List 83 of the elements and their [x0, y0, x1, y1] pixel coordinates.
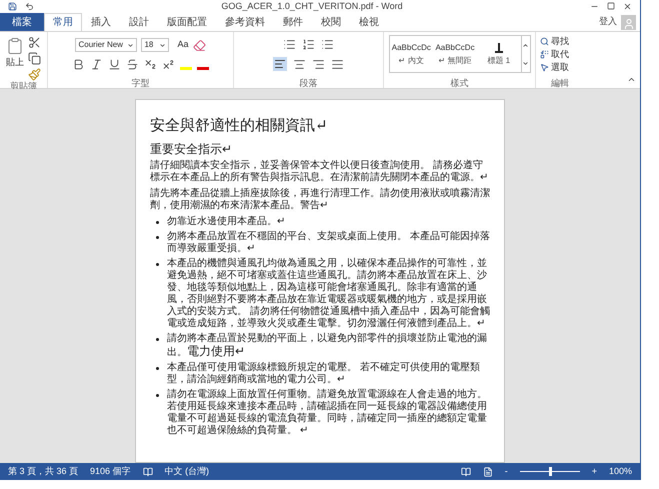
subscript-icon[interactable]	[144, 58, 157, 71]
bullet-icon	[156, 221, 159, 224]
superscript-icon[interactable]	[162, 58, 175, 71]
zoom-out-button[interactable]: -	[504, 464, 508, 478]
group-label: 樣式	[450, 78, 468, 88]
ribbon-tab[interactable]: 校閱	[312, 13, 350, 31]
highlight-color-icon[interactable]	[180, 67, 192, 70]
editing-command[interactable]: 尋找	[540, 36, 569, 47]
ribbon-tab[interactable]: 插入	[82, 13, 120, 31]
editing-command[interactable]: 取代	[540, 49, 569, 60]
style-item[interactable]: AaBbCcDc ↵ 內文	[390, 36, 434, 72]
dropdown-icon[interactable]	[159, 42, 166, 48]
read-mode-icon[interactable]	[460, 466, 471, 476]
zoom-slider-thumb[interactable]	[548, 467, 552, 476]
word-count[interactable]: 9106 個字	[90, 464, 131, 478]
bullet-text: 請勿將本產品置於晃動的平面上，以避免內部零件的損壞並防止電池的漏出。電力使用↵	[167, 333, 488, 359]
ribbon-tab[interactable]: 設計	[120, 13, 158, 31]
body-paragraph: 請仔細閱讀本安全指示，並妥善保管本文件以便日後查詢使用。 請務必遵守標示在本產品上的所有警告與指示訊息。在清潔前請先關閉本產品的電源。↵	[150, 160, 489, 184]
group-label: 編輯	[551, 78, 569, 88]
bullet-text: 勿將本產品放置在不穩固的平台、支架或桌面上使用。 本產品可能因掉落而導致嚴重受損。↵	[167, 231, 490, 255]
close-icon[interactable]	[623, 2, 632, 10]
bullet-icon	[156, 338, 159, 341]
numbering-icon[interactable]	[302, 38, 315, 51]
cursor-icon	[540, 63, 549, 72]
style-item[interactable]: 標題 1	[476, 36, 521, 72]
language-indicator[interactable]: 中文 (台灣)	[164, 464, 210, 478]
font-color-icon[interactable]	[197, 67, 209, 70]
bullet-text: 本產品僅可使用電源線標籤所規定的電壓。 若不確定可供使用的電壓類型，請洽詢經銷商或當地的電力公司。↵	[167, 362, 481, 386]
bullet-icon	[156, 236, 159, 239]
font-size-field[interactable]: 18	[141, 38, 170, 52]
paste-button[interactable]: 貼上	[6, 36, 24, 81]
search-icon	[540, 37, 549, 46]
ribbon-tab[interactable]: 常用	[44, 13, 82, 31]
change-case-button[interactable]: Aa	[177, 38, 188, 52]
document-title: 安全與舒適性的相關資訊↵	[150, 116, 329, 134]
ribbon-tab[interactable]: 郵件	[274, 13, 312, 31]
body-paragraph: 請先將本產品從牆上插座拔除後，再進行清理工作。請勿使用液狀或噴霧清潔劑，使用潮濕的布來清潔本產品。警告↵	[150, 188, 490, 212]
bullet-icon	[156, 263, 159, 266]
heading-preview-icon	[494, 43, 503, 53]
file-tab[interactable]: 檔案	[0, 13, 44, 31]
font-name-field[interactable]: Courier New	[75, 38, 138, 52]
editing-command[interactable]: 選取	[540, 62, 569, 73]
zoom-in-button[interactable]: +	[592, 464, 597, 478]
replace-icon	[540, 50, 549, 59]
style-preview: AaBbCcDc	[435, 43, 475, 53]
bullet-icon	[156, 367, 159, 370]
maximize-icon[interactable]	[607, 2, 615, 10]
save-icon[interactable]	[8, 2, 17, 10]
print-layout-icon[interactable]	[482, 466, 493, 476]
style-item[interactable]: AaBbCcDc ↵ 無間距	[433, 36, 477, 72]
proofing-icon[interactable]	[142, 466, 153, 476]
scroll-up-icon[interactable]	[522, 42, 530, 48]
ribbon-tab[interactable]: 檢視	[350, 13, 388, 31]
ribbon-tab[interactable]: 參考資料	[216, 13, 274, 31]
window-title: GOG_ACER_1.0_CHT_VERITON.pdf - Word	[220, 1, 404, 11]
strikethrough-icon[interactable]	[126, 58, 139, 71]
bold-icon[interactable]	[72, 58, 85, 71]
page-count[interactable]: 第 3 頁，共 36 頁	[8, 464, 78, 478]
justify-icon[interactable]	[331, 58, 344, 70]
clear-format-icon[interactable]	[192, 38, 206, 52]
group-label: 字型	[132, 78, 150, 88]
copy-icon[interactable]	[28, 52, 41, 65]
bullet-text: 本產品的機體與通風孔均做為通風之用，以確保本產品操作的可靠性，並避免過熱，絕不可堵塞或蓋住這些通風孔。請勿將本產品放置在床上、沙發、地毯等類似地點上，因為這樣可能會堵塞通風孔。除非有適當的通風，否則絕對不要將本產品放在靠近電暖器或暖氣機的地方，或是採用嵌入式的安裝方式。 請勿將任何物體從通風槽中插入產品中，因為可能會觸電或造成短路，並導致火災或產生電擊。切勿潑灑任何液體到產品上。↵	[167, 258, 490, 330]
italic-icon[interactable]	[90, 58, 103, 71]
undo-icon[interactable]	[25, 2, 34, 10]
align-center-icon[interactable]	[293, 58, 306, 70]
align-right-icon[interactable]	[312, 58, 325, 70]
bullet-icon	[156, 394, 159, 397]
zoom-percent[interactable]: 100%	[608, 464, 632, 478]
section-heading: 重要安全指示↵	[150, 142, 233, 157]
group-label: 段落	[300, 78, 318, 88]
underline-icon[interactable]	[108, 58, 121, 71]
clipboard-icon	[6, 36, 24, 56]
ribbon-tab[interactable]: 版面配置	[158, 13, 216, 31]
dropdown-icon[interactable]	[127, 42, 134, 48]
collapse-ribbon-icon[interactable]	[627, 75, 636, 84]
align-left-button[interactable]	[273, 57, 287, 71]
cut-icon[interactable]	[28, 36, 41, 49]
style-preview: AaBbCcDc	[392, 43, 431, 53]
bullet-text: 請勿在電源線上面放置任何重物。請避免放置電源線在人會走過的地方。若使用延長線來連接本產品時，請確認插在同一延長線的電器設備總使用電量不可超過延長線的電流負荷量。同時，請確定同一插座的總額定電量也不可超過保險絲的負荷量。 ↵	[167, 389, 488, 437]
scroll-down-icon[interactable]	[522, 60, 530, 66]
bullet-text: 勿靠近水邊使用本產品。↵	[167, 216, 285, 228]
sign-in-link[interactable]: 登入	[599, 14, 617, 28]
